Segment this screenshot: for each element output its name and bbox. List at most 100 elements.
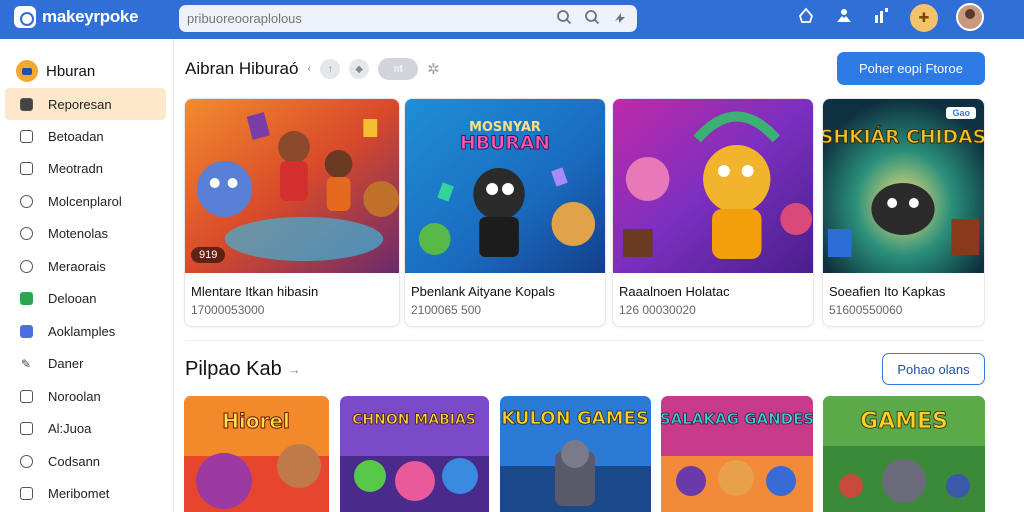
sidebar-item-betoadan[interactable]: Betoadan — [0, 120, 173, 153]
voice-icon[interactable] — [611, 9, 629, 27]
sidebar-item-aoklamples[interactable]: Aoklamples — [0, 315, 173, 348]
settings-icon — [18, 226, 34, 242]
card-meta: 126 00030020 — [619, 303, 696, 317]
game-thumbnail[interactable]: SHKIÁR CHIDAS — [823, 99, 984, 273]
avatar[interactable] — [956, 3, 984, 31]
sidebar-item-label: Betoadan — [48, 128, 104, 144]
community-icon[interactable] — [834, 7, 854, 30]
logo-text: makeyrpoke — [42, 7, 139, 26]
sidebar-item-label: Meotradn — [48, 161, 103, 177]
game-thumbnail[interactable] — [613, 99, 813, 273]
sidebar: Hburan Reporesan Betoadan Meotradn Molce… — [0, 39, 174, 512]
sidebar-item-meotradn[interactable]: Meotradn — [0, 153, 173, 186]
sidebar-item-label: Reporesan — [48, 96, 112, 112]
card-meta: 51600550060 — [829, 303, 903, 317]
game-card[interactable]: Raaalnoen Holatac 126 00030020 — [612, 98, 814, 327]
primary-action-button[interactable]: Poher eopi Ftoroe — [837, 52, 985, 85]
game-tile[interactable]: GAMES — [823, 396, 985, 512]
game-tile[interactable]: CHNON MABIAS — [340, 396, 489, 512]
card-meta: 17000053000 — [191, 303, 265, 317]
section-title: Pilpao Kab — [185, 358, 282, 380]
sidebar-menu: Reporesan Betoadan Meotradn Molcenplarol… — [0, 88, 173, 510]
sidebar-item-label: Molcenplarol — [48, 193, 122, 209]
card-title: Pbenlank Aityane Kopals — [411, 284, 555, 299]
tile-art-title: Hiorel — [222, 409, 290, 433]
art-title: SHKIÁR CHIDAS — [823, 125, 984, 148]
card-title: Raaalnoen Holatac — [619, 284, 730, 299]
search-bar[interactable] — [179, 5, 637, 32]
sidebar-item-label: Al:Juoa — [48, 421, 92, 437]
sidebar-item-label: Noroolan — [48, 388, 101, 404]
game-thumbnail[interactable]: MOSNYAR HBURAN — [405, 99, 605, 273]
notification-icon[interactable] — [796, 7, 816, 30]
filter-chip-1[interactable]: ↑ — [320, 59, 341, 79]
card-title: Soeafien Ito Kapkas — [829, 284, 946, 299]
sidebar-item-meraorais[interactable]: Meraorais — [0, 250, 173, 283]
clock-icon — [18, 453, 34, 469]
sidebar-item-meribomet[interactable]: Meribomet — [0, 478, 173, 511]
calendar-icon — [18, 486, 34, 502]
filter-chip-2[interactable]: ◆ — [349, 59, 370, 79]
tile-art-title: SALAKAG GANDES — [661, 410, 813, 428]
card-meta: 2100065 500 — [411, 303, 482, 317]
sidebar-item-label: Meraorais — [48, 258, 106, 274]
sidebar-item-daner[interactable]: ✎ Daner — [0, 348, 173, 381]
game-tile[interactable]: KULON GAMES — [500, 396, 651, 512]
game-card[interactable]: MOSNYAR HBURAN Pbenlank Aityane Kopals 2… — [404, 98, 606, 327]
section-header: Aibran Hiburaó ‹ ↑ ◆ ııt ✲ — [185, 58, 440, 80]
art-title: HBURAN — [460, 132, 550, 154]
category-icon — [16, 60, 38, 82]
folder-icon — [18, 128, 34, 144]
section-header: Pilpao Kab → — [185, 358, 301, 381]
sidebar-item-label: Motenolas — [48, 226, 108, 242]
settings-icon[interactable]: ✲ — [427, 60, 440, 78]
section-title: Aibran Hiburaó — [185, 59, 299, 78]
section-divider — [185, 340, 985, 341]
sidebar-item-motenolas[interactable]: Motenolas — [0, 218, 173, 251]
game-card[interactable]: 919 Mlentare Itkan hibasin 17000053000 — [184, 98, 400, 327]
app-logo[interactable]: makeyrpoke — [14, 6, 139, 28]
arrow-right-icon[interactable]: → — [288, 362, 301, 377]
chart-icon — [18, 421, 34, 437]
chevron-left-icon[interactable]: ‹ — [307, 63, 311, 75]
sidebar-title: Hburan — [46, 62, 96, 80]
tile-art-title: CHNON MABIAS — [352, 412, 476, 428]
game-tile[interactable]: SALAKAG GANDES — [661, 396, 813, 512]
game-card[interactable]: SHKIÁR CHIDAS Gao Soeafien Ito Kapkas 51… — [822, 98, 985, 327]
tile-art-title: KULON GAMES — [501, 408, 649, 429]
filter-pill[interactable]: ııt — [378, 58, 419, 80]
game-tile[interactable]: Hiorel — [184, 396, 329, 512]
logo-icon — [14, 6, 36, 28]
sidebar-item-label: Meribomet — [48, 486, 110, 502]
sidebar-item-label: Daner — [48, 356, 84, 372]
sidebar-item-aljuoa[interactable]: Al:Juoa — [0, 413, 173, 446]
grid-icon — [18, 388, 34, 404]
sidebar-item-codsann[interactable]: Codsann — [0, 445, 173, 478]
location-icon — [18, 193, 34, 209]
sidebar-item-reporesan[interactable]: Reporesan — [5, 88, 166, 120]
circle-icon — [18, 258, 34, 274]
sidebar-item-noroolan[interactable]: Noroolan — [0, 380, 173, 413]
document-icon — [18, 161, 34, 177]
sidebar-header[interactable]: Hburan — [0, 39, 173, 87]
top-navigation-bar: makeyrpoke ✚ — [0, 0, 1024, 39]
search-input[interactable] — [187, 11, 547, 26]
card-badge: Gao — [946, 107, 976, 119]
tile-art-title: GAMES — [860, 409, 948, 434]
search-icon[interactable] — [555, 9, 573, 27]
sidebar-item-label: Codsann — [48, 453, 101, 469]
stats-icon[interactable] — [872, 7, 892, 30]
card-title: Mlentare Itkan hibasin — [191, 284, 319, 299]
sidebar-item-label: Delooan — [48, 291, 97, 307]
edit-icon: ✎ — [20, 356, 32, 371]
sidebar-item-label: Aoklamples — [48, 323, 116, 339]
green-square-icon — [18, 291, 34, 307]
blue-square-icon — [18, 323, 34, 339]
card-overlay-tag: 919 — [191, 247, 226, 263]
alerts-icon[interactable]: ✚ — [910, 4, 938, 32]
sidebar-item-delooan[interactable]: Delooan — [0, 283, 173, 316]
sidebar-item-molcenplarol[interactable]: Molcenplarol — [0, 185, 173, 218]
view-all-button[interactable]: Pohao olans — [882, 353, 985, 385]
zoom-icon[interactable] — [583, 9, 601, 27]
dashboard-icon — [18, 96, 34, 112]
